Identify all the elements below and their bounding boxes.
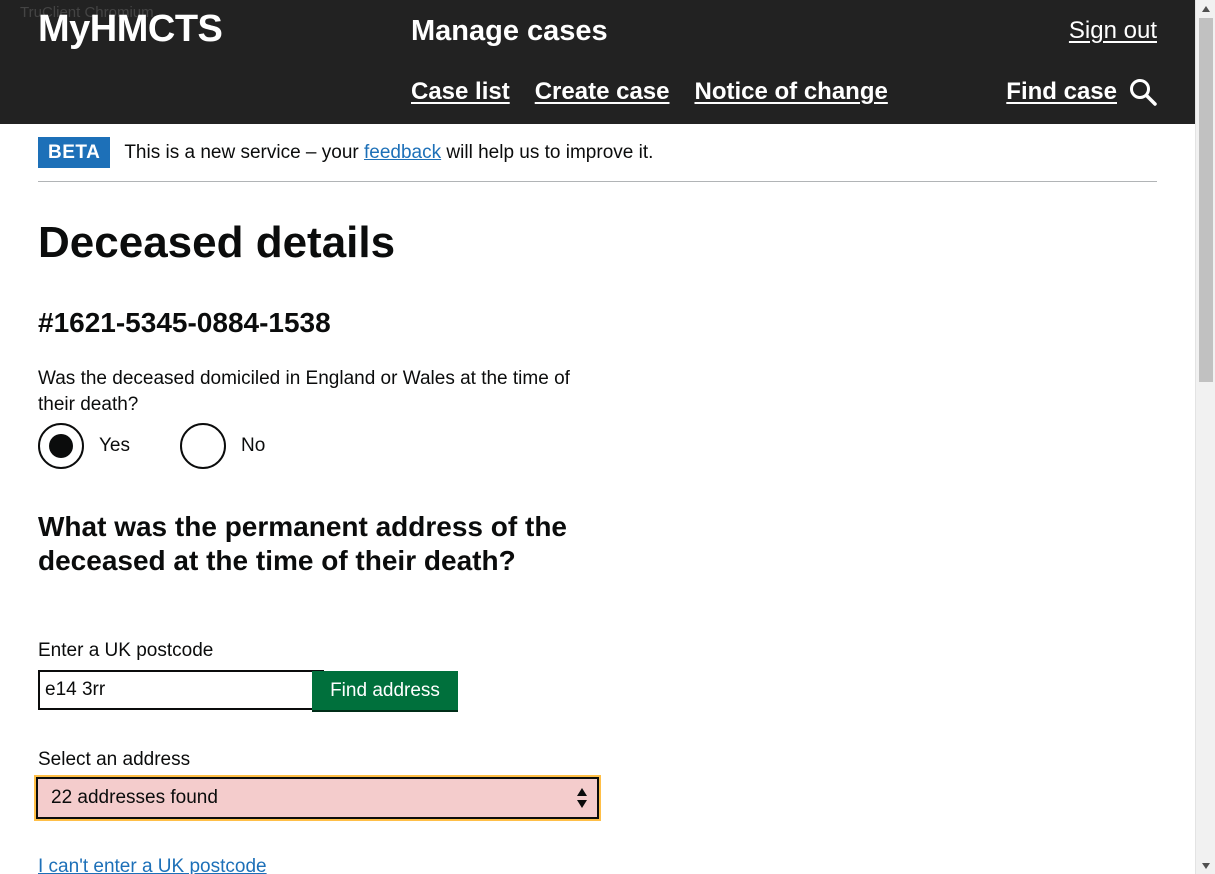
phase-text-after: will help us to improve it.: [441, 142, 654, 163]
feedback-link[interactable]: feedback: [364, 142, 441, 163]
page: TruClient Chromium MyHMCTS Manage cases …: [0, 0, 1195, 874]
case-reference: #1621-5345-0884-1538: [38, 307, 331, 338]
brand-logo[interactable]: MyHMCTS: [38, 8, 223, 51]
radio-yes[interactable]: Yes: [38, 423, 130, 469]
vertical-scrollbar[interactable]: [1195, 0, 1215, 874]
scrollbar-thumb[interactable]: [1199, 18, 1213, 382]
find-case-link[interactable]: Find case: [1006, 78, 1157, 106]
postcode-input[interactable]: [38, 670, 324, 710]
phase-banner-text: This is a new service – your feedback wi…: [124, 137, 653, 169]
nav-notice-of-change[interactable]: Notice of change: [694, 78, 887, 106]
nav-create-case[interactable]: Create case: [535, 78, 670, 106]
select-address-label: Select an address: [38, 749, 191, 770]
domicile-question: Was the deceased domiciled in England or…: [38, 368, 570, 415]
radio-no[interactable]: No: [180, 423, 265, 469]
radio-selected-dot: [49, 434, 73, 458]
address-select[interactable]: 22 addresses found: [34, 775, 601, 821]
radio-yes-button[interactable]: [38, 423, 84, 469]
manual-address-link[interactable]: I can't enter a UK postcode: [38, 856, 267, 874]
site-header: TruClient Chromium MyHMCTS Manage cases …: [0, 0, 1195, 124]
beta-tag: BETA: [38, 137, 111, 168]
find-case-label[interactable]: Find case: [1006, 78, 1117, 106]
radio-no-label[interactable]: No: [241, 435, 265, 457]
select-arrows-icon: [577, 788, 587, 808]
phase-text-before: This is a new service – your: [124, 142, 365, 163]
postcode-label: Enter a UK postcode: [38, 640, 214, 661]
nav-case-list[interactable]: Case list: [411, 78, 510, 106]
radio-yes-label[interactable]: Yes: [99, 435, 130, 457]
page-title: Deceased details: [38, 218, 396, 267]
service-name[interactable]: Manage cases: [411, 15, 608, 48]
find-address-button[interactable]: Find address: [312, 671, 458, 710]
address-heading: What was the permanent address of the de…: [38, 511, 567, 576]
address-select-value: 22 addresses found: [51, 787, 218, 808]
scroll-up-arrow-icon[interactable]: [1196, 0, 1215, 17]
domicile-radio-group: Yes No: [38, 423, 265, 469]
primary-nav: Case list Create case Notice of change: [411, 78, 888, 106]
radio-no-button[interactable]: [180, 423, 226, 469]
search-icon[interactable]: [1129, 78, 1157, 106]
phase-banner: BETA This is a new service – your feedba…: [38, 137, 1157, 182]
scroll-down-arrow-icon[interactable]: [1196, 857, 1215, 874]
sign-out-link[interactable]: Sign out: [1069, 17, 1157, 45]
